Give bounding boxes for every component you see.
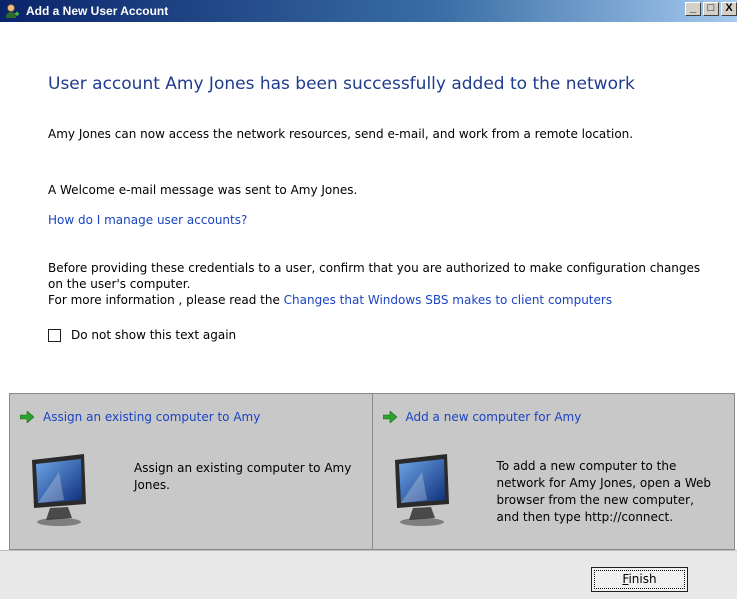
green-arrow-icon [20, 411, 34, 423]
computer-monitor-icon [394, 454, 449, 526]
close-button[interactable]: X [721, 2, 737, 16]
more-info-prefix: For more information , please read the [48, 293, 284, 307]
assign-existing-title[interactable]: Assign an existing computer to Amy [43, 410, 260, 424]
window-title: Add a New User Account [26, 4, 169, 18]
computer-monitor-icon [32, 454, 86, 526]
manage-accounts-link[interactable]: How do I manage user accounts? [48, 212, 247, 229]
dont-show-label[interactable]: Do not show this text again [71, 328, 236, 342]
finish-button[interactable]: Finish [591, 567, 688, 592]
add-new-title[interactable]: Add a new computer for Amy [406, 410, 582, 424]
more-info-line: For more information , please read the C… [48, 292, 708, 308]
maximize-button[interactable]: □ [703, 2, 719, 16]
sbs-changes-link[interactable]: Changes that Windows SBS makes to client… [284, 293, 612, 307]
assign-existing-description: Assign an existing computer to Amy Jones… [134, 461, 352, 492]
access-description: Amy Jones can now access the network res… [48, 127, 634, 141]
green-arrow-icon [382, 411, 397, 423]
footer-bar: Finish [0, 550, 737, 599]
finish-label: inish [628, 572, 657, 586]
credentials-notice: Before providing these credentials to a … [48, 260, 708, 308]
welcome-email-text: A Welcome e-mail message was sent to Amy… [48, 183, 358, 197]
add-new-description: To add a new computer to the network for… [496, 459, 712, 524]
computer-options-panel: Assign an existing computer to Amy Assig… [9, 393, 735, 550]
user-add-icon [4, 3, 20, 19]
assign-existing-link[interactable]: Assign an existing computer to Amy [20, 410, 260, 424]
minimize-button[interactable]: _ [685, 2, 701, 16]
assign-existing-panel[interactable]: Assign an existing computer to Amy Assig… [10, 394, 373, 549]
title-bar[interactable]: Add a New User Account _ □ X [0, 0, 737, 22]
page-title: User account Amy Jones has been successf… [48, 74, 635, 94]
dont-show-row[interactable]: Do not show this text again [48, 328, 236, 342]
add-new-link[interactable]: Add a new computer for Amy [382, 410, 582, 424]
dont-show-checkbox[interactable] [48, 328, 61, 342]
main-content: User account Amy Jones has been successf… [0, 22, 737, 389]
credentials-text: Before providing these credentials to a … [48, 261, 701, 291]
add-new-panel[interactable]: Add a new computer for Amy To add a new … [373, 394, 735, 549]
